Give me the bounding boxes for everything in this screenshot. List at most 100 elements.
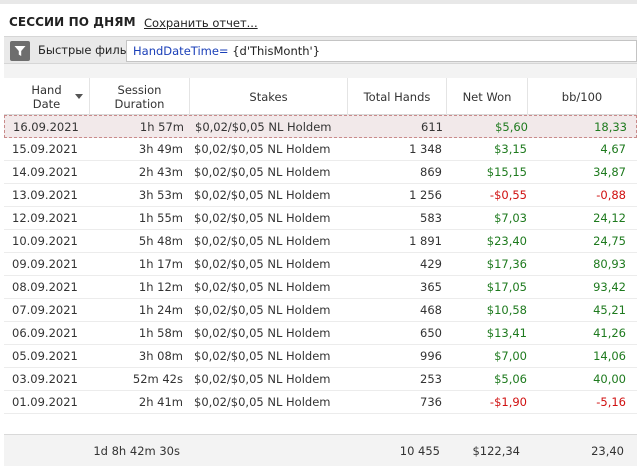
net-won-cell: $17,05 [486, 280, 527, 294]
table-row[interactable]: 07.09.2021 1h 24m $0,02/$0,05 NL Holdem 468… [4, 299, 637, 322]
bb-100-cell: 40,00 [593, 372, 626, 386]
hand-date-cell: 06.09.2021 [12, 326, 78, 340]
total-hands-cell: 583 [420, 211, 442, 225]
save-report-link[interactable]: Сохранить отчет... [144, 16, 258, 30]
total-duration: 1d 8h 42m 30s [93, 444, 180, 458]
total-hands-cell: 736 [420, 395, 442, 409]
hand-date-cell: 16.09.2021 [13, 120, 79, 134]
column-header-label: Net Won [463, 90, 512, 104]
stakes-cell: $0,02/$0,05 NL Holdem [194, 234, 331, 248]
table-row[interactable]: 06.09.2021 1h 58m $0,02/$0,05 NL Holdem 650… [4, 322, 637, 345]
column-header-session-duration[interactable]: Session Duration [90, 78, 190, 115]
hand-date-cell: 15.09.2021 [12, 142, 78, 156]
table-totals-row: 1d 8h 42m 30s 10 455 $122,34 23,40 [4, 434, 637, 466]
column-header-bb-100[interactable]: bb/100 [528, 78, 637, 115]
net-won-cell: $7,00 [494, 349, 527, 363]
session-duration-cell: 5h 48m [138, 234, 183, 248]
total-bb-100: 23,40 [591, 444, 624, 458]
bb-100-cell: 24,12 [593, 211, 626, 225]
column-header-total-hands[interactable]: Total Hands [348, 78, 447, 115]
bb-100-cell: -5,16 [596, 395, 626, 409]
hand-date-cell: 13.09.2021 [12, 188, 78, 202]
total-hands-cell: 1 891 [409, 234, 442, 248]
column-header-label-line: Stakes [249, 89, 288, 104]
total-hands-cell: 1 256 [409, 188, 442, 202]
stakes-cell: $0,02/$0,05 NL Holdem [194, 349, 331, 363]
column-header-label: Stakes [249, 90, 287, 104]
session-duration-cell: 1h 24m [138, 303, 183, 317]
table-row[interactable]: 01.09.2021 2h 41m $0,02/$0,05 NL Holdem 736… [4, 391, 637, 414]
table-row[interactable]: 10.09.2021 5h 48m $0,02/$0,05 NL Holdem 1 8… [4, 230, 637, 253]
table-row[interactable]: 08.09.2021 1h 12m $0,02/$0,05 NL Holdem 365… [4, 276, 637, 299]
stakes-cell: $0,02/$0,05 NL Holdem [194, 257, 331, 271]
column-header-label-line: Total Hands [363, 89, 431, 104]
table-row[interactable]: 12.09.2021 1h 55m $0,02/$0,05 NL Holdem 583… [4, 207, 637, 230]
column-header-net-won[interactable]: Net Won [447, 78, 528, 115]
total-hands-cell: 365 [420, 280, 442, 294]
bb-100-cell: 18,33 [594, 120, 627, 134]
net-won-cell: $13,41 [486, 326, 527, 340]
net-won-cell: $5,60 [495, 120, 528, 134]
session-duration-cell: 3h 49m [138, 142, 183, 156]
table-row[interactable]: 13.09.2021 3h 53m $0,02/$0,05 NL Holdem 1 2… [4, 184, 637, 207]
hand-date-cell: 03.09.2021 [12, 372, 78, 386]
total-hands: 10 455 [399, 444, 440, 458]
column-header-stakes[interactable]: Stakes [190, 78, 348, 115]
report-title-bar: СЕССИИ ПО ДНЯМ Сохранить отчет... [0, 0, 637, 36]
grid-top-spacer [4, 64, 637, 78]
column-header-label: Total Hands [364, 90, 431, 104]
total-hands-cell: 650 [420, 326, 442, 340]
bb-100-cell: 80,93 [593, 257, 626, 271]
hand-date-cell: 07.09.2021 [12, 303, 78, 317]
hand-date-cell: 05.09.2021 [12, 349, 78, 363]
bb-100-cell: -0,88 [596, 188, 626, 202]
session-duration-cell: 2h 43m [138, 165, 183, 179]
stakes-cell: $0,02/$0,05 NL Holdem [194, 326, 331, 340]
quick-filter-input[interactable]: HandDateTime= {d'ThisMonth'} [126, 40, 637, 62]
stakes-cell: $0,02/$0,05 NL Holdem [195, 120, 332, 134]
session-duration-cell: 3h 53m [138, 188, 183, 202]
session-duration-cell: 3h 08m [138, 349, 183, 363]
sessions-table-body: 16.09.2021 1h 57m $0,02/$0,05 NL Holdem 611… [4, 115, 637, 414]
column-header-label: Session Duration [115, 83, 165, 111]
net-won-cell: $17,36 [486, 257, 527, 271]
stakes-cell: $0,02/$0,05 NL Holdem [194, 395, 331, 409]
session-duration-cell: 1h 55m [138, 211, 183, 225]
stakes-cell: $0,02/$0,05 NL Holdem [194, 280, 331, 294]
table-row[interactable]: 03.09.2021 52m 42s $0,02/$0,05 NL Holdem 25… [4, 368, 637, 391]
total-hands-cell: 468 [420, 303, 442, 317]
total-net-won: $122,34 [472, 444, 520, 458]
filter-expression-value: {d'ThisMonth'} [228, 44, 321, 58]
net-won-cell: -$0,55 [489, 188, 527, 202]
table-row[interactable]: 16.09.2021 1h 57m $0,02/$0,05 NL Holdem 611… [4, 115, 637, 138]
column-header-hand-date[interactable]: Hand Date [4, 78, 90, 115]
bb-100-cell: 14,06 [593, 349, 626, 363]
page-title: СЕССИИ ПО ДНЯМ [9, 15, 136, 29]
table-row[interactable]: 15.09.2021 3h 49m $0,02/$0,05 NL Holdem 1 3… [4, 138, 637, 161]
sort-descending-icon [75, 94, 83, 99]
table-row[interactable]: 14.09.2021 2h 43m $0,02/$0,05 NL Holdem 869… [4, 161, 637, 184]
hand-date-cell: 14.09.2021 [12, 165, 78, 179]
column-header-label-line: Duration [114, 96, 165, 111]
stakes-cell: $0,02/$0,05 NL Holdem [194, 372, 331, 386]
table-row[interactable]: 05.09.2021 3h 08m $0,02/$0,05 NL Holdem 996… [4, 345, 637, 368]
hand-date-cell: 08.09.2021 [12, 280, 78, 294]
hand-date-cell: 09.09.2021 [12, 257, 78, 271]
filter-button[interactable] [10, 41, 30, 61]
net-won-cell: $15,15 [486, 165, 527, 179]
column-header-label: Hand Date [31, 83, 61, 111]
filter-icon [14, 46, 26, 56]
bb-100-cell: 34,87 [593, 165, 626, 179]
quick-filter-bar: Быстрые фильтры HandDateTime= {d'ThisMon… [4, 36, 637, 64]
session-duration-cell: 1h 17m [138, 257, 183, 271]
session-duration-cell: 1h 57m [139, 120, 184, 134]
bb-100-cell: 45,21 [593, 303, 626, 317]
quick-filter-label: Быстрые фильтры [38, 43, 128, 57]
table-row[interactable]: 09.09.2021 1h 17m $0,02/$0,05 NL Holdem 429… [4, 253, 637, 276]
net-won-cell: $7,03 [494, 211, 527, 225]
stakes-cell: $0,02/$0,05 NL Holdem [194, 188, 331, 202]
stakes-cell: $0,02/$0,05 NL Holdem [194, 165, 331, 179]
total-hands-cell: 611 [421, 120, 443, 134]
stakes-cell: $0,02/$0,05 NL Holdem [194, 211, 331, 225]
column-header-label: bb/100 [562, 90, 602, 104]
